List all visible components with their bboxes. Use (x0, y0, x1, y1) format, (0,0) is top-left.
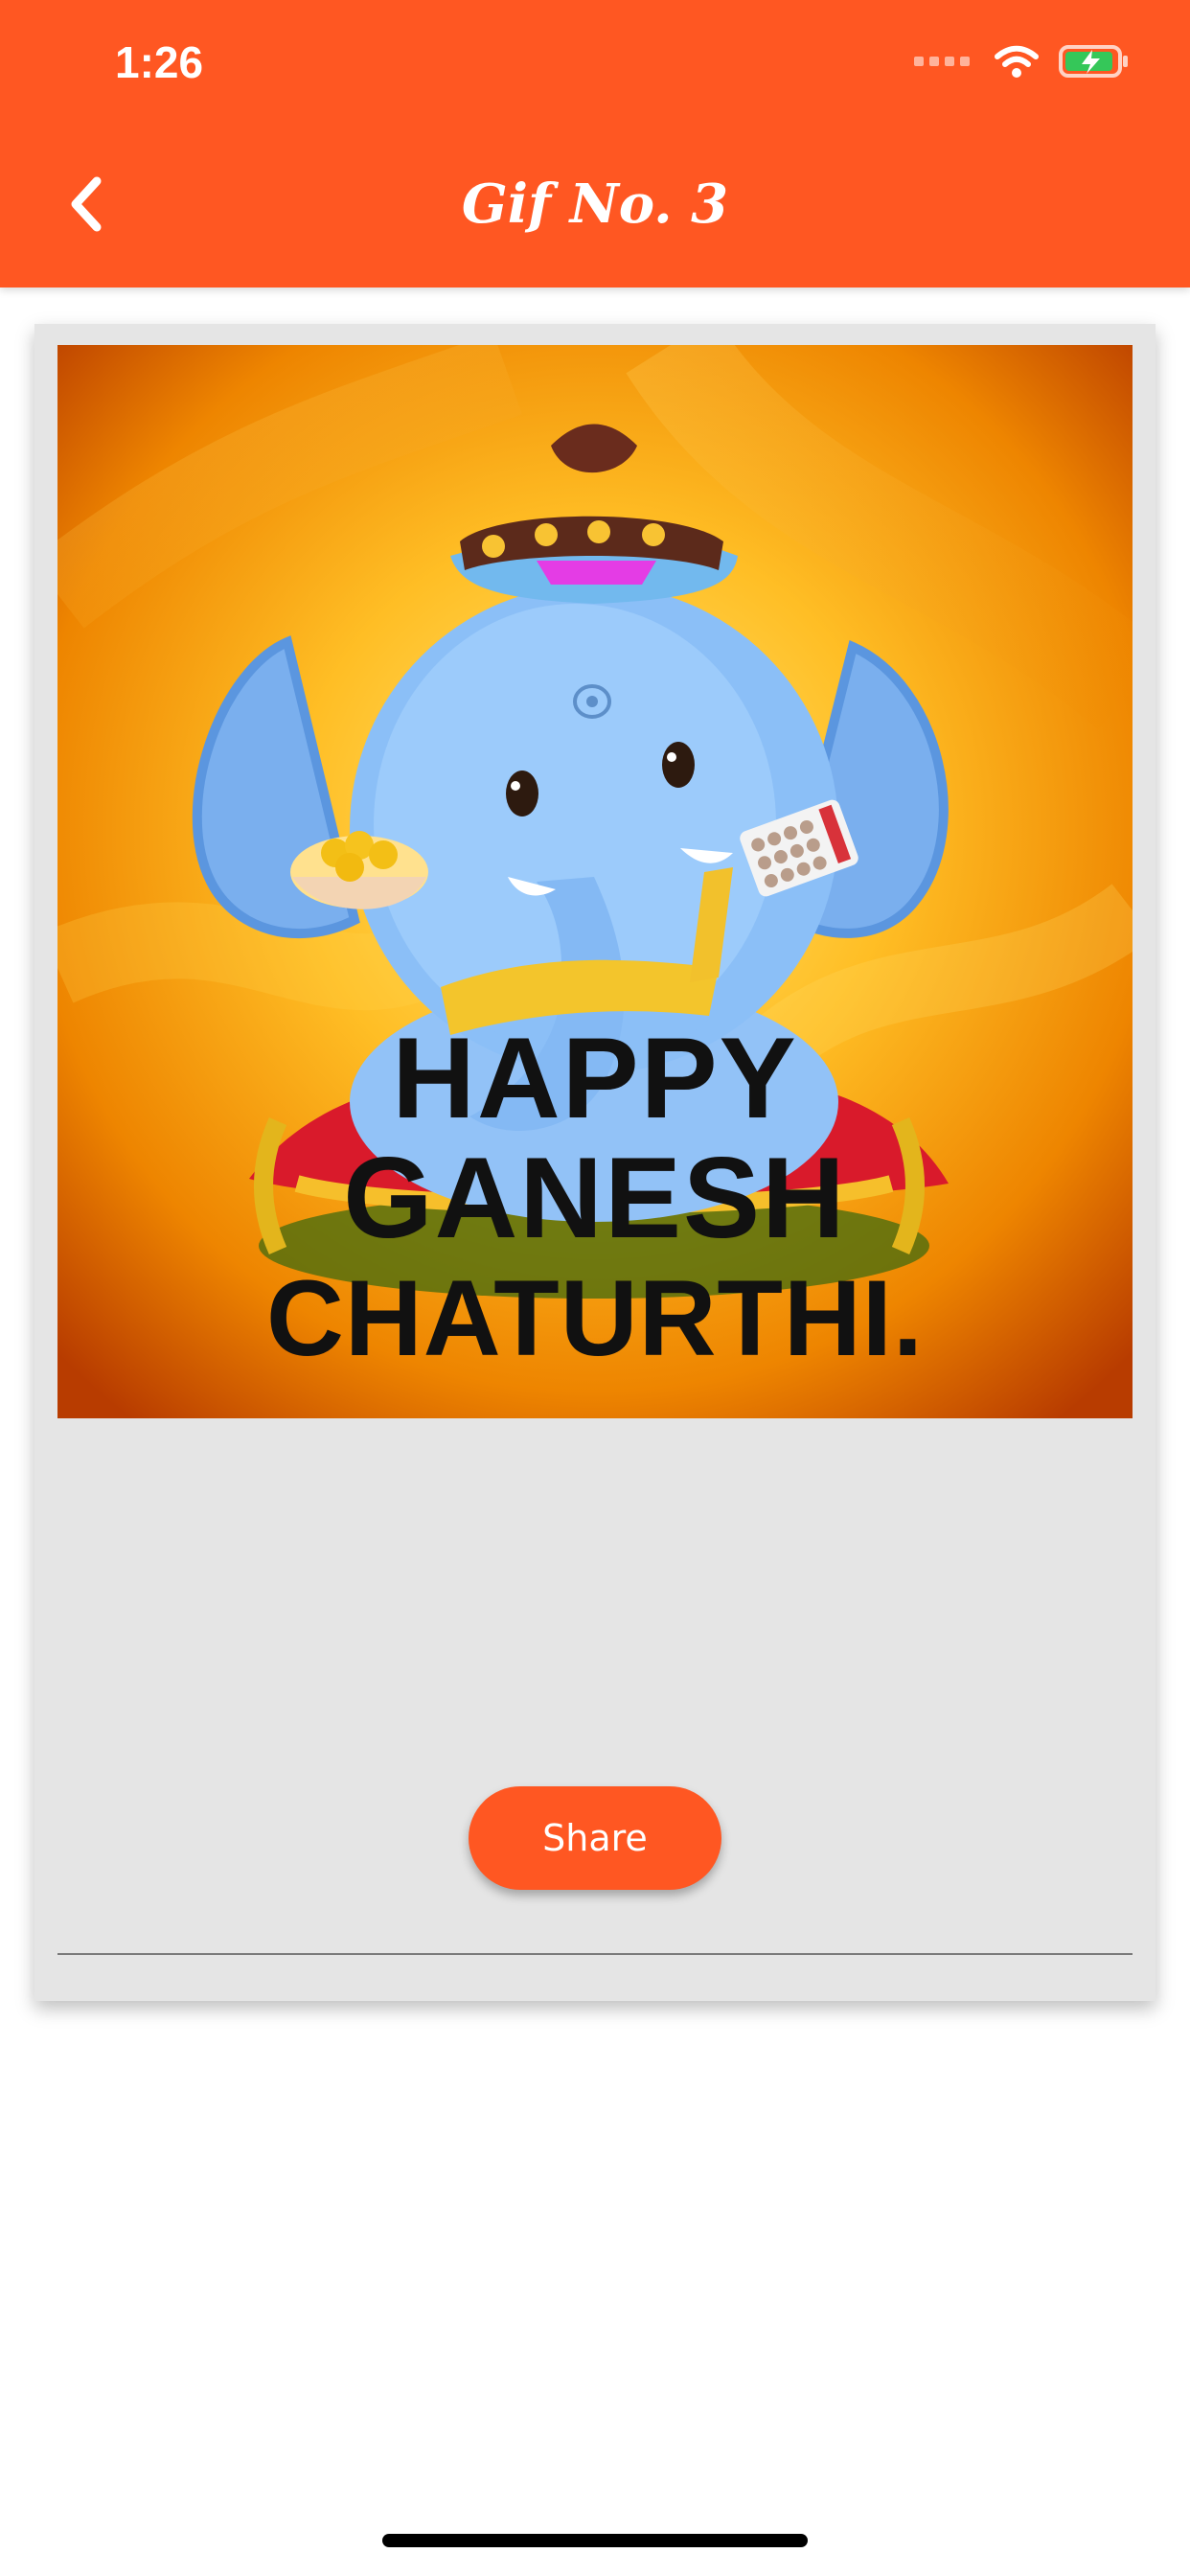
battery-charging-icon (1059, 45, 1128, 78)
page-title: Gif No. 3 (461, 172, 729, 236)
greeting-line-happy: HAPPY (392, 1014, 798, 1142)
greeting-line-chaturthi: CHATURTHI. (265, 1258, 925, 1378)
status-icons (914, 43, 1131, 80)
share-button[interactable]: Share (469, 1786, 721, 1890)
signal-dots-icon (914, 57, 970, 66)
gif-card: HAPPY GANESH CHATURTHI. Share (34, 324, 1156, 2001)
wifi-icon (995, 45, 1039, 78)
status-time: 1:26 (115, 37, 204, 87)
greeting-line-ganesh: GANESH (343, 1134, 847, 1262)
ganesh-gif-image: HAPPY GANESH CHATURTHI. (57, 345, 1133, 1418)
app-bar: 1:26 Gif No. 3 (0, 0, 1190, 288)
card-divider (57, 1953, 1133, 1955)
home-indicator[interactable] (382, 2534, 808, 2547)
